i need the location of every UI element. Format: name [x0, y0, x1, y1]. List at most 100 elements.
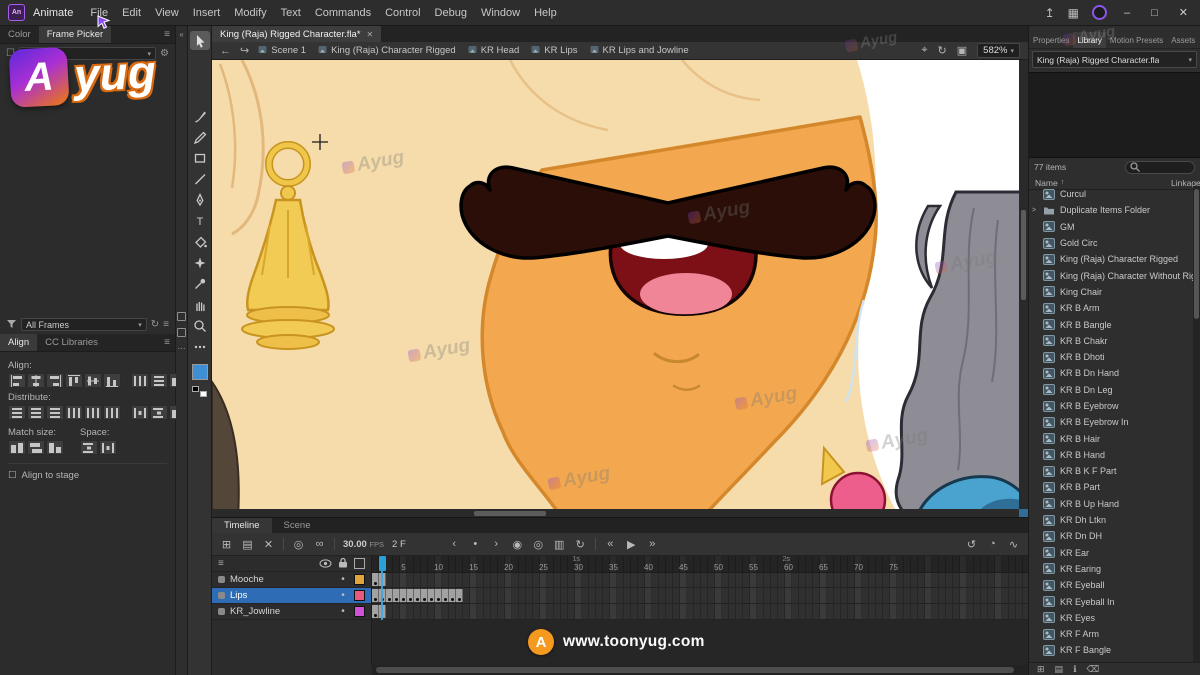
- scrollbar-thumb[interactable]: [474, 511, 546, 516]
- al-b-button[interactable]: [103, 373, 121, 388]
- layer-row-2[interactable]: KR_Jowline •: [212, 604, 371, 620]
- insert-frame-icon[interactable]: ⊞: [220, 538, 233, 551]
- library-item[interactable]: KR B Hair: [1029, 430, 1193, 446]
- library-item[interactable]: KR Dn DH: [1029, 528, 1193, 544]
- pencil-tool[interactable]: [190, 127, 210, 146]
- panel-tab[interactable]: Library: [1073, 32, 1105, 48]
- brush-tool[interactable]: [190, 106, 210, 125]
- keyframe-cell[interactable]: [372, 589, 379, 602]
- next-keyframe-icon[interactable]: ›: [490, 538, 503, 550]
- align-to-stage-checkbox[interactable]: ☐: [8, 470, 17, 481]
- menu-item[interactable]: Control: [378, 7, 427, 19]
- more-panels-icon[interactable]: ⋯: [178, 344, 186, 353]
- panel-tab[interactable]: Assets: [1167, 32, 1199, 48]
- layers-menu-icon[interactable]: ≡: [218, 558, 224, 569]
- library-item[interactable]: KR B Dhoti: [1029, 349, 1193, 365]
- panel-tab[interactable]: Properties: [1029, 32, 1073, 48]
- folder-twisty[interactable]: >: [1032, 207, 1036, 214]
- keyframe-cell[interactable]: [428, 589, 435, 602]
- fps-value[interactable]: 30.00 FPS: [343, 539, 384, 550]
- library-item[interactable]: KR B Bangle: [1029, 316, 1193, 332]
- menu-item[interactable]: Insert: [186, 7, 228, 19]
- close-icon[interactable]: ✕: [366, 30, 373, 39]
- item-properties-icon[interactable]: ℹ: [1073, 664, 1076, 675]
- s-v-button[interactable]: [150, 405, 168, 420]
- scrollbar-thumb[interactable]: [376, 667, 1014, 673]
- layer-link-icon[interactable]: ∞: [313, 538, 326, 550]
- library-item[interactable]: KR B Up Hand: [1029, 496, 1193, 512]
- new-symbol-icon[interactable]: ⊞: [1037, 664, 1045, 675]
- vertical-scrollbar[interactable]: [1019, 60, 1028, 509]
- hand-tool[interactable]: [190, 295, 210, 314]
- loop-icon[interactable]: ↻: [574, 538, 587, 551]
- refresh-icon[interactable]: ↻: [151, 319, 159, 330]
- stage-canvas[interactable]: [212, 60, 1028, 518]
- dv-m-button[interactable]: [27, 405, 45, 420]
- m-h-button[interactable]: [27, 440, 45, 455]
- app-logo-icon[interactable]: An: [8, 4, 25, 21]
- s-h-button[interactable]: [131, 405, 149, 420]
- m-b-button[interactable]: [46, 440, 64, 455]
- stage-viewport[interactable]: [212, 60, 1028, 518]
- line-tool[interactable]: [190, 169, 210, 188]
- layer-row-1[interactable]: Lips •: [212, 588, 371, 604]
- onion-outline-icon[interactable]: ◎: [532, 538, 545, 551]
- search-input[interactable]: [1125, 161, 1195, 174]
- breadcrumb-item[interactable]: King (Raja) Character Rigged: [318, 45, 456, 57]
- library-item[interactable]: KR Eyeball In: [1029, 593, 1193, 609]
- library-item[interactable]: Gold Circ: [1029, 235, 1193, 251]
- di-v-button[interactable]: [150, 373, 168, 388]
- al-t-button[interactable]: [65, 373, 83, 388]
- delete-item-icon[interactable]: ⌫: [1086, 664, 1099, 675]
- dh-l-button[interactable]: [65, 405, 83, 420]
- zoom-tool[interactable]: [190, 316, 210, 335]
- menu-item[interactable]: Debug: [428, 7, 474, 19]
- library-item[interactable]: King Chair: [1029, 284, 1193, 300]
- step-forward-icon[interactable]: »: [646, 538, 659, 550]
- breadcrumb-item[interactable]: KR Head: [468, 45, 520, 57]
- dh-c-button[interactable]: [84, 405, 102, 420]
- library-item[interactable]: KR B Chakr: [1029, 333, 1193, 349]
- workspace-icon[interactable]: ▦: [1068, 6, 1079, 20]
- document-tab[interactable]: King (Raja) Rigged Character.fla* ✕: [212, 26, 381, 42]
- library-item[interactable]: KR Dh Ltkn: [1029, 512, 1193, 528]
- m-w-button[interactable]: [8, 440, 26, 455]
- keyframe-cell[interactable]: [456, 589, 463, 602]
- menu-item[interactable]: Window: [474, 7, 527, 19]
- layer-row-0[interactable]: Mooche •: [212, 572, 371, 588]
- share-icon[interactable]: ↥: [1045, 6, 1055, 20]
- layer-visibility-dot[interactable]: •: [337, 606, 349, 617]
- menu-item[interactable]: Commands: [308, 7, 378, 19]
- library-item[interactable]: > Duplicate Items Folder: [1029, 202, 1193, 218]
- keyframe-cell[interactable]: [372, 605, 379, 618]
- library-item[interactable]: KR Ear: [1029, 545, 1193, 561]
- eyedropper-tool[interactable]: [190, 274, 210, 293]
- reset-time-icon[interactable]: ↺: [965, 538, 978, 551]
- library-item[interactable]: GM: [1029, 219, 1193, 235]
- delete-frame-icon[interactable]: ✕: [262, 538, 275, 551]
- tab-frame-picker[interactable]: Frame Picker: [39, 26, 111, 43]
- breadcrumb-item[interactable]: KR Lips and Jowline: [590, 45, 689, 57]
- redo-icon[interactable]: ↪: [240, 44, 249, 57]
- frames-row-0[interactable]: [372, 572, 1028, 588]
- minimize-button[interactable]: –: [1120, 7, 1134, 19]
- quick-share-button[interactable]: [1092, 5, 1107, 20]
- breadcrumb-item[interactable]: KR Lips: [531, 45, 577, 57]
- zoom-value[interactable]: 582%: [983, 45, 1007, 56]
- library-item[interactable]: KR F Arm: [1029, 626, 1193, 642]
- center-stage-icon[interactable]: ⌖: [921, 44, 927, 57]
- library-document-select[interactable]: King (Raja) Rigged Character.fla ▾: [1032, 51, 1197, 68]
- clock-icon[interactable]: ◔: [986, 538, 999, 550]
- keyframe-cell[interactable]: [393, 589, 400, 602]
- play-button[interactable]: ▶: [625, 538, 638, 551]
- tab-align[interactable]: Align: [0, 334, 37, 351]
- camera-icon[interactable]: ◎: [292, 538, 305, 551]
- frames-row-2[interactable]: [372, 604, 1028, 620]
- menu-item[interactable]: View: [148, 7, 186, 19]
- library-scrollbar[interactable]: [1193, 186, 1200, 662]
- marker-icon[interactable]: •: [469, 538, 482, 550]
- frame-folder-icon[interactable]: ▤: [241, 538, 254, 551]
- edit-multiple-frames-icon[interactable]: ▥: [553, 538, 566, 551]
- layer-visibility-dot[interactable]: •: [337, 590, 349, 601]
- waveform-icon[interactable]: ∿: [1007, 538, 1020, 551]
